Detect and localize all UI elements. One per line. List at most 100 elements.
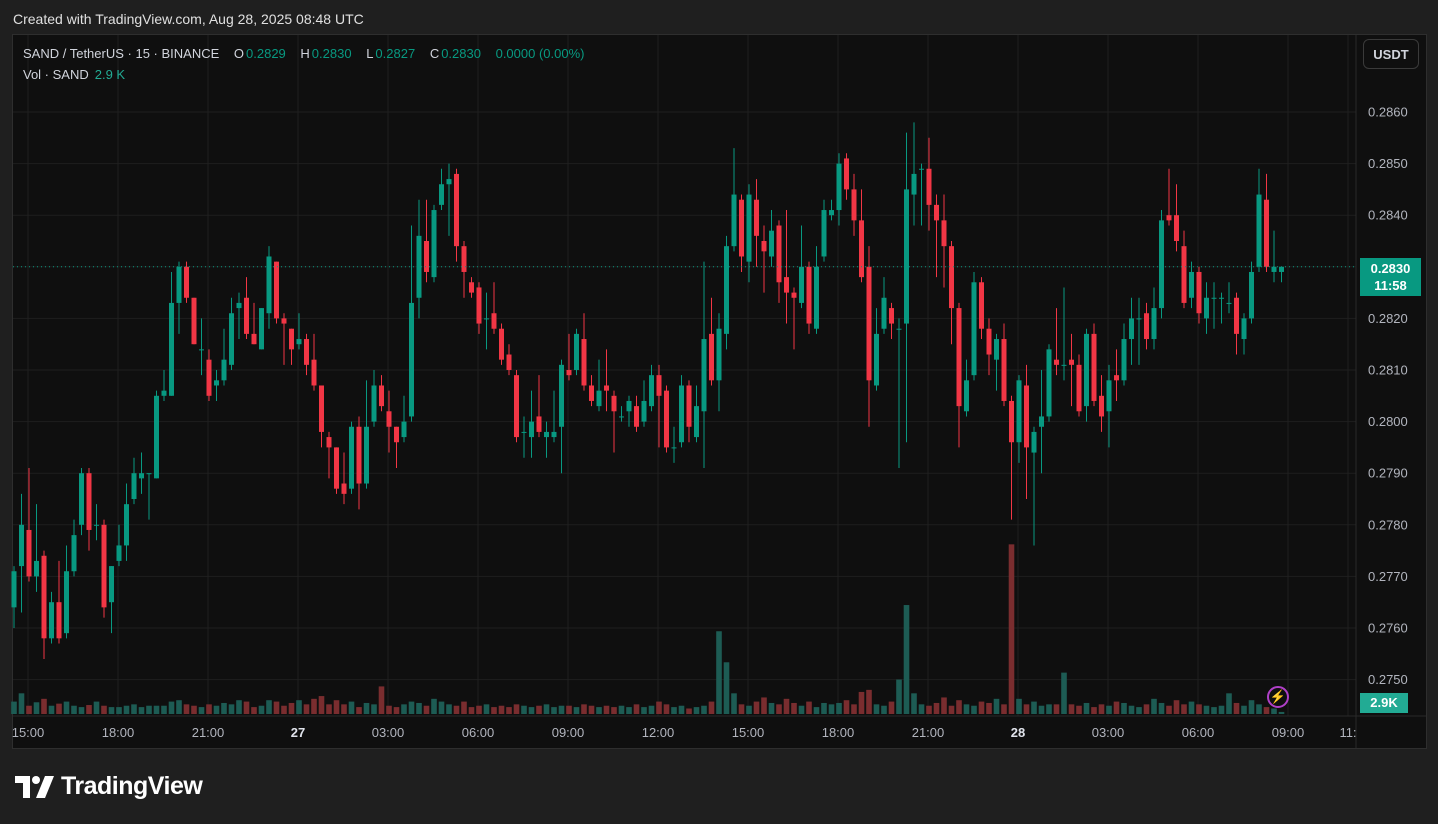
candle bbox=[356, 416, 362, 510]
time-tick-label: 21:00 bbox=[912, 725, 945, 740]
candle-body bbox=[619, 416, 624, 418]
volume-bar bbox=[483, 704, 490, 714]
candle bbox=[49, 591, 54, 644]
volume-bar bbox=[678, 705, 685, 714]
volume-bar bbox=[941, 697, 947, 714]
candle-body bbox=[101, 524, 107, 608]
logo-text: TradingView bbox=[61, 772, 203, 800]
candle-body bbox=[304, 339, 309, 365]
candle-body bbox=[1076, 364, 1082, 412]
candle bbox=[1039, 370, 1044, 474]
price-tick-label: 0.2850 bbox=[1368, 156, 1408, 171]
candle bbox=[446, 163, 452, 236]
candle-body bbox=[379, 385, 384, 407]
volume-bar bbox=[1001, 704, 1007, 714]
currency-button[interactable]: USDT bbox=[1363, 39, 1419, 69]
candlestick-chart[interactable]: 0.2750 0.2760 0.2770 0.2780 0.2790 0.2800 0.28… bbox=[0, 0, 1438, 824]
volume-bar bbox=[1143, 704, 1150, 714]
candle-body bbox=[274, 261, 279, 319]
candle bbox=[604, 349, 609, 412]
candle bbox=[709, 297, 714, 386]
candle-body bbox=[649, 375, 654, 407]
volume-bar bbox=[866, 689, 872, 714]
volume-bar bbox=[1271, 708, 1277, 714]
candle-body bbox=[49, 602, 54, 639]
candle bbox=[274, 261, 279, 324]
candle bbox=[529, 390, 534, 458]
volume-legend: Vol · SAND 2.9 K bbox=[23, 67, 125, 82]
volume-bar bbox=[446, 704, 452, 714]
candle-body bbox=[971, 282, 977, 376]
volume-bar bbox=[1256, 704, 1262, 714]
candle bbox=[439, 168, 444, 211]
volume-bar bbox=[716, 631, 722, 714]
candle-body bbox=[349, 426, 354, 489]
volume-bar bbox=[131, 704, 137, 714]
candle bbox=[214, 370, 219, 401]
candle bbox=[364, 380, 369, 489]
candle-body bbox=[266, 256, 272, 314]
candle bbox=[1106, 364, 1112, 448]
candle-body bbox=[251, 333, 257, 345]
volume-bar bbox=[326, 704, 332, 714]
candle-body bbox=[319, 385, 324, 432]
volume-bar bbox=[386, 705, 392, 714]
volume-bar bbox=[228, 704, 235, 714]
volume-bar bbox=[851, 704, 857, 714]
volume-bar bbox=[753, 701, 760, 714]
volume-bar bbox=[1083, 702, 1090, 714]
candle bbox=[919, 163, 924, 226]
volume-bar bbox=[1098, 704, 1105, 714]
candle bbox=[769, 210, 774, 267]
candle bbox=[1151, 287, 1157, 350]
candle-body bbox=[611, 395, 617, 412]
candle-body bbox=[559, 364, 564, 427]
volume-bar bbox=[926, 705, 932, 714]
candle-body bbox=[1069, 359, 1074, 365]
volume-bar bbox=[798, 705, 805, 714]
volume-bar bbox=[1031, 701, 1037, 714]
candle-body bbox=[1181, 246, 1187, 303]
volume-label: Vol · SAND bbox=[23, 67, 89, 82]
candle-body bbox=[1121, 339, 1127, 381]
lightning-icon[interactable]: ⚡ bbox=[1267, 686, 1289, 708]
candle-body bbox=[424, 241, 429, 272]
volume-bar bbox=[288, 702, 295, 714]
volume-bar bbox=[618, 705, 625, 714]
candle bbox=[1219, 292, 1224, 324]
volume-bar bbox=[1278, 711, 1285, 714]
candle bbox=[56, 560, 62, 644]
candle-body bbox=[881, 297, 887, 329]
volume-bar bbox=[41, 698, 47, 714]
candle bbox=[191, 297, 197, 345]
candle-body bbox=[281, 318, 287, 324]
candle-body bbox=[851, 189, 857, 221]
candle-body bbox=[994, 339, 999, 360]
candle-body bbox=[161, 390, 167, 396]
candle-body bbox=[889, 308, 894, 324]
candle-body bbox=[1204, 297, 1209, 319]
candle-body bbox=[236, 302, 242, 309]
volume-bar bbox=[806, 701, 812, 714]
candle bbox=[844, 153, 849, 200]
candle bbox=[596, 359, 602, 412]
candle bbox=[934, 194, 939, 278]
volume-bar bbox=[1053, 704, 1060, 714]
candle-body bbox=[551, 431, 557, 438]
volume-bar bbox=[528, 707, 535, 714]
volume-bar bbox=[1016, 698, 1022, 714]
volume-bar bbox=[1218, 705, 1225, 714]
volume-bar bbox=[566, 705, 572, 714]
volume-bar bbox=[1203, 705, 1210, 714]
candle bbox=[1121, 323, 1127, 386]
candle-body bbox=[446, 179, 452, 185]
volume-value: 2.9 K bbox=[94, 67, 126, 82]
candle bbox=[889, 302, 894, 340]
volume-bar bbox=[1046, 704, 1052, 714]
candle-body bbox=[769, 230, 774, 257]
time-tick-label: 06:00 bbox=[1182, 725, 1215, 740]
candle-body bbox=[491, 313, 497, 329]
volume-bar bbox=[71, 705, 77, 714]
candle bbox=[1091, 323, 1097, 407]
volume-bar bbox=[258, 705, 265, 714]
